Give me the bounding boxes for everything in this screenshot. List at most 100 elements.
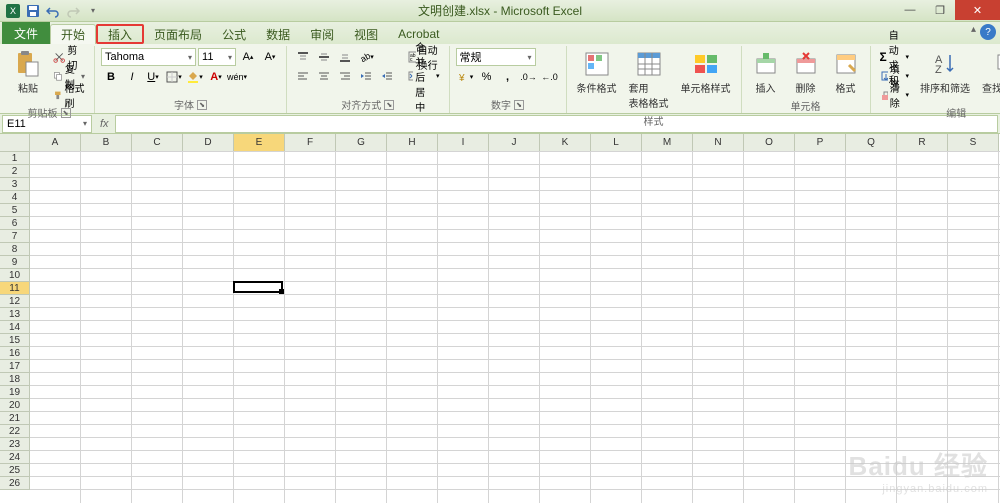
- orientation-icon[interactable]: ab▾: [356, 48, 376, 66]
- row-header[interactable]: 16: [0, 347, 30, 360]
- ribbon-minimize-icon[interactable]: ▴: [971, 24, 976, 40]
- row-header[interactable]: 21: [0, 412, 30, 425]
- select-all-corner[interactable]: [0, 134, 30, 152]
- column-header[interactable]: B: [81, 134, 132, 152]
- align-middle-icon[interactable]: [314, 48, 334, 66]
- column-header[interactable]: R: [897, 134, 948, 152]
- format-painter-button[interactable]: 格式刷: [50, 86, 88, 104]
- column-header[interactable]: Q: [846, 134, 897, 152]
- row-header[interactable]: 17: [0, 360, 30, 373]
- row-header[interactable]: 2: [0, 165, 30, 178]
- row-header[interactable]: 14: [0, 321, 30, 334]
- excel-app-icon[interactable]: X: [4, 2, 22, 20]
- tab-数据[interactable]: 数据: [256, 24, 300, 44]
- row-header[interactable]: 12: [0, 295, 30, 308]
- help-icon[interactable]: ?: [980, 24, 996, 40]
- column-header[interactable]: J: [489, 134, 540, 152]
- tab-页面布局[interactable]: 页面布局: [144, 24, 212, 44]
- number-format-combo[interactable]: 常规▾: [456, 48, 536, 66]
- row-header[interactable]: 10: [0, 269, 30, 282]
- tab-开始[interactable]: 开始: [50, 24, 96, 44]
- column-header[interactable]: L: [591, 134, 642, 152]
- format-as-table-button[interactable]: 套用 表格格式: [625, 48, 673, 112]
- decrease-font-icon[interactable]: A▾: [260, 48, 280, 66]
- align-right-icon[interactable]: [335, 67, 355, 85]
- column-header[interactable]: D: [183, 134, 234, 152]
- minimize-button[interactable]: —: [895, 0, 925, 20]
- decrease-decimal-icon[interactable]: ←.0: [540, 68, 560, 86]
- insert-cells-button[interactable]: 插入: [748, 48, 784, 97]
- format-cells-button[interactable]: 格式: [828, 48, 864, 97]
- tab-公式[interactable]: 公式: [212, 24, 256, 44]
- font-color-icon[interactable]: A▾: [206, 68, 226, 86]
- accounting-format-icon[interactable]: ¥▾: [456, 68, 476, 86]
- merge-center-button[interactable]: 合并后居中▾: [405, 67, 443, 85]
- align-center-icon[interactable]: [314, 67, 334, 85]
- column-header[interactable]: S: [948, 134, 999, 152]
- column-header[interactable]: O: [744, 134, 795, 152]
- cell-styles-button[interactable]: 单元格样式: [677, 48, 735, 97]
- row-header[interactable]: 19: [0, 386, 30, 399]
- column-header[interactable]: E: [234, 134, 285, 152]
- active-cell[interactable]: [233, 281, 283, 293]
- column-header[interactable]: G: [336, 134, 387, 152]
- align-left-icon[interactable]: [293, 67, 313, 85]
- row-header[interactable]: 7: [0, 230, 30, 243]
- qat-customize-icon[interactable]: ▾: [84, 2, 102, 20]
- maximize-button[interactable]: ❐: [925, 0, 955, 20]
- close-button[interactable]: ✕: [955, 0, 1000, 20]
- formula-bar[interactable]: [115, 115, 998, 133]
- row-header[interactable]: 23: [0, 438, 30, 451]
- decrease-indent-icon[interactable]: [356, 67, 376, 85]
- column-header[interactable]: P: [795, 134, 846, 152]
- clear-button[interactable]: 清除▾: [877, 86, 913, 104]
- alignment-dialog-launcher[interactable]: ⬊: [384, 100, 394, 110]
- tab-插入[interactable]: 插入: [96, 24, 144, 44]
- underline-icon[interactable]: U▾: [143, 68, 163, 86]
- column-header[interactable]: C: [132, 134, 183, 152]
- font-dialog-launcher[interactable]: ⬊: [197, 100, 207, 110]
- increase-decimal-icon[interactable]: .0→: [519, 68, 539, 86]
- file-tab[interactable]: 文件: [2, 22, 50, 44]
- italic-icon[interactable]: I: [122, 68, 142, 86]
- row-header[interactable]: 1: [0, 152, 30, 165]
- increase-font-icon[interactable]: A▴: [238, 48, 258, 66]
- phonetic-icon[interactable]: wén▾: [227, 68, 247, 86]
- bold-icon[interactable]: B: [101, 68, 121, 86]
- column-header[interactable]: A: [30, 134, 81, 152]
- font-size-combo[interactable]: 11▾: [198, 48, 236, 66]
- delete-cells-button[interactable]: 删除: [788, 48, 824, 97]
- column-header[interactable]: M: [642, 134, 693, 152]
- row-header[interactable]: 8: [0, 243, 30, 256]
- column-header[interactable]: I: [438, 134, 489, 152]
- fx-icon[interactable]: fx: [94, 118, 115, 130]
- row-header[interactable]: 11: [0, 282, 30, 295]
- paste-button[interactable]: 粘贴: [10, 48, 46, 97]
- row-header[interactable]: 13: [0, 308, 30, 321]
- row-header[interactable]: 5: [0, 204, 30, 217]
- align-top-icon[interactable]: [293, 48, 313, 66]
- border-icon[interactable]: ▾: [164, 68, 184, 86]
- row-header[interactable]: 3: [0, 178, 30, 191]
- percent-icon[interactable]: %: [477, 68, 497, 86]
- find-select-button[interactable]: 查找和选择: [978, 48, 1000, 97]
- align-bottom-icon[interactable]: [335, 48, 355, 66]
- cells-area[interactable]: [30, 152, 1000, 503]
- row-header[interactable]: 25: [0, 464, 30, 477]
- row-header[interactable]: 24: [0, 451, 30, 464]
- conditional-format-button[interactable]: 条件格式: [573, 48, 621, 97]
- comma-icon[interactable]: ,: [498, 68, 518, 86]
- column-header[interactable]: H: [387, 134, 438, 152]
- row-header[interactable]: 20: [0, 399, 30, 412]
- column-header[interactable]: K: [540, 134, 591, 152]
- row-header[interactable]: 26: [0, 477, 30, 490]
- clipboard-dialog-launcher[interactable]: ⬊: [61, 108, 71, 118]
- row-header[interactable]: 22: [0, 425, 30, 438]
- undo-icon[interactable]: [44, 2, 62, 20]
- increase-indent-icon[interactable]: [377, 67, 397, 85]
- fill-color-icon[interactable]: ▾: [185, 68, 205, 86]
- tab-审阅[interactable]: 审阅: [300, 24, 344, 44]
- row-header[interactable]: 18: [0, 373, 30, 386]
- redo-icon[interactable]: [64, 2, 82, 20]
- row-header[interactable]: 6: [0, 217, 30, 230]
